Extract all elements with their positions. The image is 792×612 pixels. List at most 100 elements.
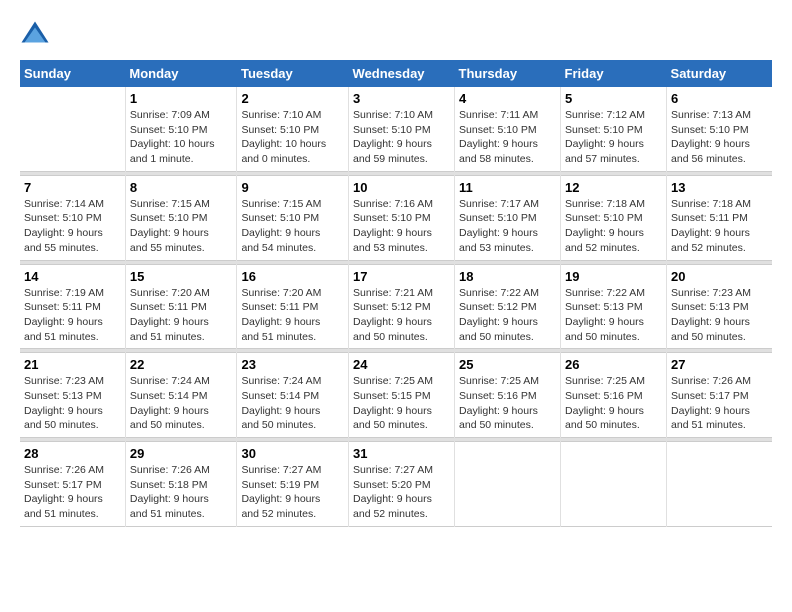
calendar-cell: 16 Sunrise: 7:20 AM Sunset: 5:11 PM Dayli… [237,264,349,349]
day-info: Sunrise: 7:24 AM Sunset: 5:14 PM Dayligh… [130,374,233,433]
calendar-cell [667,442,772,527]
day-info: Sunrise: 7:20 AM Sunset: 5:11 PM Dayligh… [241,286,344,345]
day-info: Sunrise: 7:17 AM Sunset: 5:10 PM Dayligh… [459,197,556,256]
day-info: Sunrise: 7:12 AM Sunset: 5:10 PM Dayligh… [565,108,662,167]
day-info: Sunrise: 7:23 AM Sunset: 5:13 PM Dayligh… [24,374,121,433]
day-info: Sunrise: 7:18 AM Sunset: 5:10 PM Dayligh… [565,197,662,256]
calendar-cell: 7 Sunrise: 7:14 AM Sunset: 5:10 PM Daylig… [20,175,125,260]
calendar-cell: 31 Sunrise: 7:27 AM Sunset: 5:20 PM Dayli… [349,442,455,527]
day-info: Sunrise: 7:11 AM Sunset: 5:10 PM Dayligh… [459,108,556,167]
day-number: 30 [241,446,344,461]
day-number: 19 [565,269,662,284]
day-info: Sunrise: 7:16 AM Sunset: 5:10 PM Dayligh… [353,197,450,256]
day-info: Sunrise: 7:26 AM Sunset: 5:17 PM Dayligh… [24,463,121,522]
day-info: Sunrise: 7:24 AM Sunset: 5:14 PM Dayligh… [241,374,344,433]
day-info: Sunrise: 7:22 AM Sunset: 5:13 PM Dayligh… [565,286,662,345]
day-info: Sunrise: 7:22 AM Sunset: 5:12 PM Dayligh… [459,286,556,345]
weekday-header-thursday: Thursday [455,60,561,87]
calendar-cell: 19 Sunrise: 7:22 AM Sunset: 5:13 PM Dayli… [561,264,667,349]
day-number: 1 [130,91,233,106]
calendar-cell: 17Sunrise: 7:21 AM Sunset: 5:12 PM Dayli… [349,264,455,349]
day-info: Sunrise: 7:20 AM Sunset: 5:11 PM Dayligh… [130,286,233,345]
week-row-1: 1Sunrise: 7:09 AM Sunset: 5:10 PM Daylig… [20,87,772,171]
weekday-header-row: SundayMondayTuesdayWednesdayThursdayFrid… [20,60,772,87]
day-info: Sunrise: 7:15 AM Sunset: 5:10 PM Dayligh… [241,197,344,256]
calendar-cell: 8 Sunrise: 7:15 AM Sunset: 5:10 PM Daylig… [125,175,237,260]
calendar-cell [455,442,561,527]
calendar-cell: 13 Sunrise: 7:18 AM Sunset: 5:11 PM Dayli… [667,175,772,260]
calendar-table: SundayMondayTuesdayWednesdayThursdayFrid… [20,60,772,527]
page-header [20,20,772,50]
day-number: 7 [24,180,121,195]
day-number: 24 [353,357,450,372]
calendar-cell: 3 Sunrise: 7:10 AM Sunset: 5:10 PM Daylig… [349,87,455,171]
day-info: Sunrise: 7:25 AM Sunset: 5:16 PM Dayligh… [565,374,662,433]
week-row-5: 28 Sunrise: 7:26 AM Sunset: 5:17 PM Dayli… [20,442,772,527]
day-number: 16 [241,269,344,284]
calendar-cell: 29Sunrise: 7:26 AM Sunset: 5:18 PM Dayli… [125,442,237,527]
calendar-cell: 12 Sunrise: 7:18 AM Sunset: 5:10 PM Dayli… [561,175,667,260]
calendar-cell: 5Sunrise: 7:12 AM Sunset: 5:10 PM Daylig… [561,87,667,171]
logo-icon [20,20,50,50]
day-info: Sunrise: 7:10 AM Sunset: 5:10 PM Dayligh… [353,108,450,167]
day-info: Sunrise: 7:14 AM Sunset: 5:10 PM Dayligh… [24,197,121,256]
calendar-cell: 1Sunrise: 7:09 AM Sunset: 5:10 PM Daylig… [125,87,237,171]
day-number: 13 [671,180,768,195]
calendar-cell: 24 Sunrise: 7:25 AM Sunset: 5:15 PM Dayli… [349,353,455,438]
day-number: 8 [130,180,233,195]
day-number: 17 [353,269,450,284]
week-row-4: 21Sunrise: 7:23 AM Sunset: 5:13 PM Dayli… [20,353,772,438]
day-number: 4 [459,91,556,106]
calendar-cell: 27 Sunrise: 7:26 AM Sunset: 5:17 PM Dayli… [667,353,772,438]
day-info: Sunrise: 7:27 AM Sunset: 5:20 PM Dayligh… [353,463,450,522]
day-number: 14 [24,269,121,284]
day-number: 20 [671,269,768,284]
day-number: 26 [565,357,662,372]
calendar-cell: 30 Sunrise: 7:27 AM Sunset: 5:19 PM Dayli… [237,442,349,527]
day-info: Sunrise: 7:15 AM Sunset: 5:10 PM Dayligh… [130,197,233,256]
weekday-header-tuesday: Tuesday [237,60,349,87]
calendar-cell: 23 Sunrise: 7:24 AM Sunset: 5:14 PM Dayli… [237,353,349,438]
day-info: Sunrise: 7:25 AM Sunset: 5:16 PM Dayligh… [459,374,556,433]
day-info: Sunrise: 7:27 AM Sunset: 5:19 PM Dayligh… [241,463,344,522]
day-info: Sunrise: 7:26 AM Sunset: 5:18 PM Dayligh… [130,463,233,522]
day-info: Sunrise: 7:10 AM Sunset: 5:10 PM Dayligh… [241,108,344,167]
day-number: 31 [353,446,450,461]
calendar-cell: 26 Sunrise: 7:25 AM Sunset: 5:16 PM Dayli… [561,353,667,438]
week-row-3: 14 Sunrise: 7:19 AM Sunset: 5:11 PM Dayli… [20,264,772,349]
logo [20,20,54,50]
weekday-header-monday: Monday [125,60,237,87]
day-number: 18 [459,269,556,284]
day-info: Sunrise: 7:25 AM Sunset: 5:15 PM Dayligh… [353,374,450,433]
week-row-2: 7 Sunrise: 7:14 AM Sunset: 5:10 PM Daylig… [20,175,772,260]
day-number: 3 [353,91,450,106]
weekday-header-saturday: Saturday [667,60,772,87]
day-number: 23 [241,357,344,372]
day-info: Sunrise: 7:18 AM Sunset: 5:11 PM Dayligh… [671,197,768,256]
day-info: Sunrise: 7:13 AM Sunset: 5:10 PM Dayligh… [671,108,768,167]
calendar-cell [20,87,125,171]
calendar-cell: 9 Sunrise: 7:15 AM Sunset: 5:10 PM Daylig… [237,175,349,260]
calendar-cell: 28 Sunrise: 7:26 AM Sunset: 5:17 PM Dayli… [20,442,125,527]
weekday-header-sunday: Sunday [20,60,125,87]
calendar-cell: 4 Sunrise: 7:11 AM Sunset: 5:10 PM Daylig… [455,87,561,171]
day-number: 6 [671,91,768,106]
day-number: 9 [241,180,344,195]
day-info: Sunrise: 7:23 AM Sunset: 5:13 PM Dayligh… [671,286,768,345]
day-info: Sunrise: 7:19 AM Sunset: 5:11 PM Dayligh… [24,286,121,345]
calendar-cell: 20 Sunrise: 7:23 AM Sunset: 5:13 PM Dayli… [667,264,772,349]
day-number: 27 [671,357,768,372]
day-number: 22 [130,357,233,372]
calendar-cell [561,442,667,527]
day-number: 11 [459,180,556,195]
calendar-cell: 22 Sunrise: 7:24 AM Sunset: 5:14 PM Dayli… [125,353,237,438]
day-number: 10 [353,180,450,195]
calendar-cell: 10 Sunrise: 7:16 AM Sunset: 5:10 PM Dayli… [349,175,455,260]
day-number: 12 [565,180,662,195]
calendar-cell: 18 Sunrise: 7:22 AM Sunset: 5:12 PM Dayli… [455,264,561,349]
weekday-header-wednesday: Wednesday [349,60,455,87]
day-number: 28 [24,446,121,461]
calendar-cell: 14 Sunrise: 7:19 AM Sunset: 5:11 PM Dayli… [20,264,125,349]
day-info: Sunrise: 7:26 AM Sunset: 5:17 PM Dayligh… [671,374,768,433]
calendar-cell: 2Sunrise: 7:10 AM Sunset: 5:10 PM Daylig… [237,87,349,171]
